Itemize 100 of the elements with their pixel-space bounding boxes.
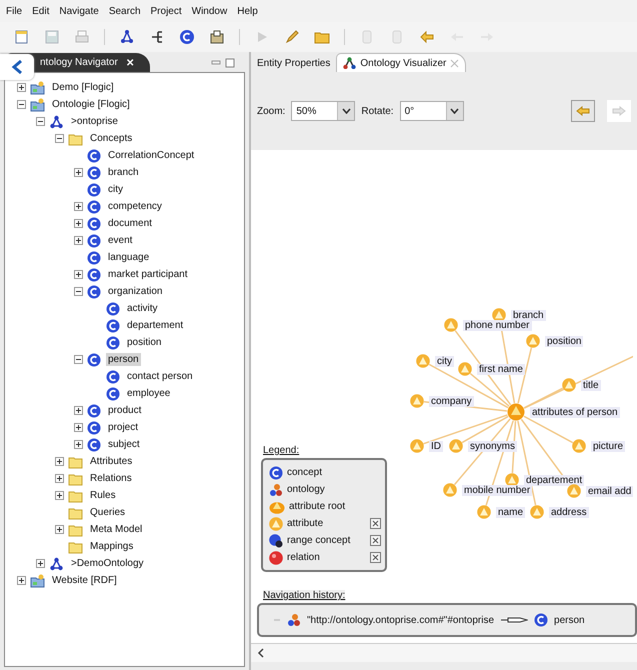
menu-item[interactable]: Search: [108, 6, 141, 16]
concept-icon: [106, 386, 120, 400]
expand-icon[interactable]: [74, 406, 83, 415]
expand-icon[interactable]: [74, 219, 83, 228]
expand-icon[interactable]: [55, 457, 64, 466]
tree-item[interactable]: Ontologie [Flogic]: [50, 98, 132, 111]
import-icon[interactable]: [209, 29, 225, 45]
ontology-icon[interactable]: [119, 29, 135, 45]
expand-icon[interactable]: [74, 236, 83, 245]
history-item[interactable]: person: [554, 614, 585, 626]
concept-icon[interactable]: [179, 29, 195, 45]
tree-item[interactable]: event: [106, 234, 134, 247]
tree-item[interactable]: employee: [125, 387, 172, 400]
maximize-icon[interactable]: [225, 58, 235, 68]
tree-item[interactable]: Mappings: [88, 540, 136, 553]
menu-item[interactable]: Navigate: [59, 6, 99, 16]
tree-item[interactable]: organization: [106, 285, 164, 298]
expand-icon[interactable]: [17, 83, 26, 92]
collapse-icon[interactable]: [17, 100, 26, 109]
expand-icon[interactable]: [74, 423, 83, 432]
attribute-root-icon[interactable]: [507, 403, 525, 421]
attribute-icon[interactable]: [572, 439, 586, 453]
tree-item[interactable]: Attributes: [88, 455, 134, 468]
remove-icon[interactable]: [370, 518, 381, 529]
attribute-icon[interactable]: [530, 505, 544, 519]
expand-icon[interactable]: [17, 576, 26, 585]
tree-item[interactable]: subject: [106, 438, 142, 451]
expand-icon[interactable]: [74, 202, 83, 211]
tree-item[interactable]: competency: [106, 200, 164, 213]
concept-icon: [87, 284, 101, 298]
chevron-left-icon: [10, 59, 24, 75]
node-label: first name: [477, 364, 525, 374]
tree-item[interactable]: city: [106, 183, 125, 196]
collapse-icon[interactable]: [74, 355, 83, 364]
editor-tab[interactable]: Ontology Visualizer: [336, 53, 466, 72]
tree-item[interactable]: >DemoOntology: [69, 557, 146, 570]
attribute-icon[interactable]: [416, 354, 430, 368]
expand-icon[interactable]: [55, 491, 64, 500]
tree-item[interactable]: Concepts: [88, 132, 134, 145]
collapse-icon[interactable]: [55, 134, 64, 143]
tree-item[interactable]: Website [RDF]: [50, 574, 119, 587]
tree-item[interactable]: language: [106, 251, 152, 264]
expand-icon[interactable]: [36, 559, 45, 568]
attribute-icon[interactable]: [526, 334, 540, 348]
remove-icon[interactable]: [370, 552, 381, 563]
tree-item[interactable]: document: [106, 217, 154, 230]
tree-item[interactable]: Meta Model: [88, 523, 144, 536]
menu-item[interactable]: Help: [237, 6, 258, 16]
tree-item[interactable]: departement: [125, 319, 186, 332]
tree-item[interactable]: person: [106, 353, 141, 366]
expand-icon[interactable]: [74, 270, 83, 279]
attribute-icon[interactable]: [443, 483, 457, 497]
tree-item[interactable]: market participant: [106, 268, 190, 281]
attribute-icon[interactable]: [562, 378, 576, 392]
rotate-select[interactable]: 0°: [400, 101, 464, 121]
project-folder-icon: [30, 98, 45, 112]
horizontal-scrollbar[interactable]: [251, 643, 637, 662]
collapse-icon[interactable]: [36, 117, 45, 126]
minimize-icon[interactable]: [211, 59, 221, 67]
attribute-icon[interactable]: [458, 362, 472, 376]
tree-item[interactable]: branch: [106, 166, 141, 179]
tree-item[interactable]: project: [106, 421, 140, 434]
attribute-icon[interactable]: [444, 318, 458, 332]
menu-item[interactable]: File: [6, 6, 22, 16]
expand-icon[interactable]: [55, 525, 64, 534]
hierarchy-icon[interactable]: [149, 29, 165, 45]
attribute-icon[interactable]: [477, 505, 491, 519]
tree-item[interactable]: product: [106, 404, 144, 417]
attribute-icon[interactable]: [410, 439, 424, 453]
concept-icon: [87, 268, 101, 282]
tree-item[interactable]: CorrelationConcept: [106, 149, 196, 162]
tree-item[interactable]: contact person: [125, 370, 195, 383]
expand-icon[interactable]: [55, 474, 64, 483]
tree-item[interactable]: Queries: [88, 506, 128, 519]
expand-icon[interactable]: [74, 168, 83, 177]
back-button[interactable]: [0, 54, 34, 80]
tree-item[interactable]: position: [125, 336, 164, 349]
tree-item[interactable]: Rules: [88, 489, 118, 502]
attribute-icon[interactable]: [410, 394, 424, 408]
collapse-icon[interactable]: [74, 287, 83, 296]
menu-item[interactable]: Project: [150, 6, 182, 16]
remove-icon[interactable]: [370, 535, 381, 546]
edit-icon[interactable]: [284, 29, 300, 45]
close-icon[interactable]: [450, 58, 460, 68]
menu-item[interactable]: Edit: [32, 6, 50, 16]
attribute-icon[interactable]: [567, 484, 581, 498]
tree-item[interactable]: activity: [125, 302, 160, 315]
history-item[interactable]: "http://ontology.ontoprise.com#"#ontoprise: [307, 614, 494, 626]
menu-item[interactable]: Window: [192, 6, 228, 16]
back-button[interactable]: [571, 100, 595, 122]
tree-item[interactable]: Relations: [88, 472, 134, 485]
new-icon[interactable]: [14, 29, 30, 45]
tree-item[interactable]: >ontoprise: [69, 115, 120, 128]
scroll-left-icon[interactable]: [257, 648, 265, 658]
expand-icon[interactable]: [74, 440, 83, 449]
back-icon[interactable]: [419, 29, 435, 45]
attribute-icon[interactable]: [449, 439, 463, 453]
editor-tab[interactable]: Entity Properties: [251, 54, 336, 72]
tree-item[interactable]: Demo [Flogic]: [50, 81, 116, 94]
zoom-select[interactable]: 50%: [291, 101, 356, 121]
